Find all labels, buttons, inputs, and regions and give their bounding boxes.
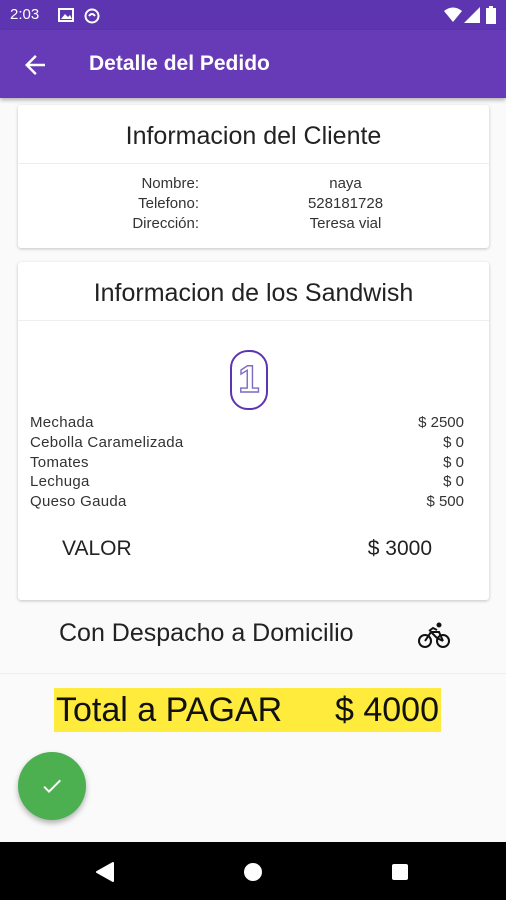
ingredient-price: $ 0 <box>443 473 464 490</box>
ingredient-name: Lechuga <box>30 473 90 490</box>
client-row-name: Nombre: naya <box>18 175 489 195</box>
client-phone-label: Telefono: <box>138 195 199 212</box>
system-nav-bar <box>0 842 506 900</box>
ingredient-row: Queso Gauda $ 500 <box>30 493 464 513</box>
home-circle-icon[interactable] <box>243 862 263 882</box>
confirm-fab-button[interactable] <box>18 752 86 820</box>
app-bar: Detalle del Pedido <box>0 30 506 98</box>
back-triangle-icon[interactable] <box>95 861 115 883</box>
ingredient-name: Tomates <box>30 454 89 471</box>
client-row-address: Dirección: Teresa vial <box>18 215 489 235</box>
arrow-back-icon[interactable] <box>20 50 50 80</box>
ingredient-price: $ 0 <box>443 454 464 471</box>
wifi-icon <box>444 7 462 22</box>
status-time: 2:03 <box>10 6 40 23</box>
ingredient-name: Queso Gauda <box>30 493 127 510</box>
ingredient-row: Lechuga $ 0 <box>30 473 464 493</box>
divider <box>18 320 489 321</box>
bike-icon <box>418 622 450 648</box>
client-name-label: Nombre: <box>141 175 199 192</box>
client-name-value: naya <box>329 175 362 192</box>
total-box: Total a PAGAR $ 4000 <box>54 688 441 732</box>
page-title: Detalle del Pedido <box>89 52 270 75</box>
sandwich-info-card: Informacion de los Sandwish 1 Mechada $ … <box>18 262 489 600</box>
quantity-badge: 1 <box>230 350 268 410</box>
battery-icon <box>486 6 496 24</box>
divider <box>18 163 489 164</box>
circle-status-icon <box>84 8 100 24</box>
ingredient-price: $ 500 <box>426 493 464 510</box>
client-address-value: Teresa vial <box>309 215 382 232</box>
divider <box>0 673 506 674</box>
status-bar: 2:03 <box>0 0 506 30</box>
client-info-card: Informacion del Cliente Nombre: naya Tel… <box>18 105 489 248</box>
ingredient-row: Tomates $ 0 <box>30 454 464 474</box>
client-phone-value: 528181728 <box>307 195 384 212</box>
signal-icon <box>464 7 480 23</box>
client-row-phone: Telefono: 528181728 <box>18 195 489 215</box>
client-address-label: Dirección: <box>132 215 199 232</box>
ingredient-price: $ 2500 <box>418 414 464 431</box>
total-label: Total a PAGAR <box>56 691 283 729</box>
recents-square-icon[interactable] <box>391 863 409 881</box>
total-amount: $ 4000 <box>335 691 439 729</box>
ingredient-price: $ 0 <box>443 434 464 451</box>
ingredient-row: Cebolla Caramelizada $ 0 <box>30 434 464 454</box>
gallery-icon <box>58 8 74 22</box>
delivery-text: Con Despacho a Domicilio <box>59 619 354 647</box>
ingredient-row: Mechada $ 2500 <box>30 414 464 434</box>
ingredient-name: Cebolla Caramelizada <box>30 434 184 451</box>
sandwich-card-title: Informacion de los Sandwish <box>93 279 414 307</box>
check-icon <box>43 779 61 793</box>
valor-label: VALOR <box>62 537 132 560</box>
client-card-title: Informacion del Cliente <box>125 122 382 150</box>
ingredient-name: Mechada <box>30 414 94 431</box>
valor-amount: $ 3000 <box>367 537 432 560</box>
